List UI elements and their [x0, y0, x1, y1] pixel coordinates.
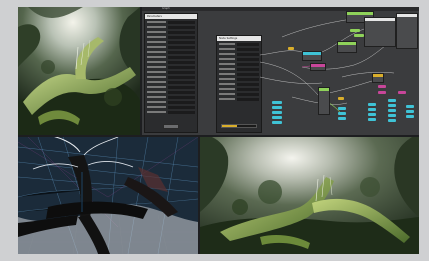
node-port[interactable]: [272, 111, 282, 114]
node-port[interactable]: [388, 104, 396, 107]
node-port[interactable]: [338, 112, 346, 115]
node-port[interactable]: [350, 29, 360, 32]
param-row[interactable]: [147, 55, 195, 59]
inspector-row[interactable]: [219, 47, 259, 51]
node-port[interactable]: [378, 85, 386, 88]
node-port[interactable]: [368, 113, 376, 116]
node-graph-editor[interactable]: Graph Parameters Node Settings: [142, 7, 419, 135]
inspector-row[interactable]: [219, 72, 259, 76]
node-port[interactable]: [388, 114, 396, 117]
inspector-row[interactable]: [219, 77, 259, 81]
inspector-row[interactable]: [219, 97, 259, 101]
viewport-bottom-right[interactable]: [200, 137, 419, 254]
graph-node[interactable]: [302, 51, 322, 61]
node-port[interactable]: [378, 91, 386, 94]
node-port[interactable]: [388, 99, 396, 102]
inspector-row[interactable]: [219, 57, 259, 61]
forest-render-final-image: [200, 137, 419, 254]
node-port[interactable]: [338, 107, 346, 110]
param-row[interactable]: [147, 75, 195, 79]
node-port[interactable]: [354, 34, 364, 37]
param-row[interactable]: [147, 20, 195, 24]
node-port[interactable]: [406, 110, 414, 113]
node-port[interactable]: [288, 47, 294, 50]
node-port[interactable]: [388, 119, 396, 122]
param-row[interactable]: [147, 95, 195, 99]
graph-node[interactable]: [310, 63, 326, 71]
param-row[interactable]: [147, 40, 195, 44]
inspector-panel-header: Node Settings: [217, 36, 261, 41]
window-title: Graph: [162, 7, 170, 10]
graph-node[interactable]: [364, 17, 396, 47]
param-row[interactable]: [147, 90, 195, 94]
progress-fill: [222, 125, 238, 127]
param-row[interactable]: [147, 110, 195, 114]
node-port[interactable]: [272, 101, 282, 104]
param-row[interactable]: [147, 65, 195, 69]
param-row[interactable]: [147, 50, 195, 54]
progress-slider[interactable]: [221, 124, 257, 128]
node-port[interactable]: [272, 106, 282, 109]
param-row[interactable]: [147, 85, 195, 89]
node-port[interactable]: [368, 103, 376, 106]
application-window: Graph Parameters Node Settings: [18, 7, 419, 254]
apply-button[interactable]: [163, 124, 179, 129]
parameters-panel-header: Parameters: [145, 14, 197, 19]
node-port[interactable]: [338, 97, 344, 100]
node-port[interactable]: [368, 118, 376, 121]
inspector-panel[interactable]: Node Settings: [216, 35, 262, 133]
graph-node[interactable]: [372, 73, 384, 83]
param-row[interactable]: [147, 100, 195, 104]
inspector-row[interactable]: [219, 42, 259, 46]
viewport-top-left[interactable]: [18, 7, 140, 135]
inspector-row[interactable]: [219, 52, 259, 56]
graph-node[interactable]: [337, 41, 357, 53]
inspector-row[interactable]: [219, 62, 259, 66]
param-row[interactable]: [147, 35, 195, 39]
param-row[interactable]: [147, 70, 195, 74]
wireframe-render-image: [18, 137, 198, 254]
viewport-bottom-left[interactable]: [18, 137, 198, 254]
inspector-row[interactable]: [219, 82, 259, 86]
param-row[interactable]: [147, 25, 195, 29]
node-port[interactable]: [368, 108, 376, 111]
param-row[interactable]: [147, 60, 195, 64]
param-row[interactable]: [147, 80, 195, 84]
inspector-row[interactable]: [219, 92, 259, 96]
node-port[interactable]: [388, 109, 396, 112]
forest-render-preview-image: [18, 7, 140, 135]
node-port[interactable]: [272, 116, 282, 119]
param-row[interactable]: [147, 30, 195, 34]
node-port[interactable]: [406, 105, 414, 108]
editor-toolbar: Graph: [142, 7, 419, 11]
parameters-panel[interactable]: Parameters: [144, 13, 198, 133]
param-row[interactable]: [147, 105, 195, 109]
node-port[interactable]: [406, 115, 414, 118]
node-port[interactable]: [272, 121, 282, 124]
node-port[interactable]: [398, 91, 406, 94]
inspector-row[interactable]: [219, 67, 259, 71]
inspector-row[interactable]: [219, 87, 259, 91]
param-row[interactable]: [147, 45, 195, 49]
node-port[interactable]: [338, 117, 346, 120]
graph-node[interactable]: [396, 13, 418, 49]
graph-node[interactable]: [318, 87, 330, 115]
